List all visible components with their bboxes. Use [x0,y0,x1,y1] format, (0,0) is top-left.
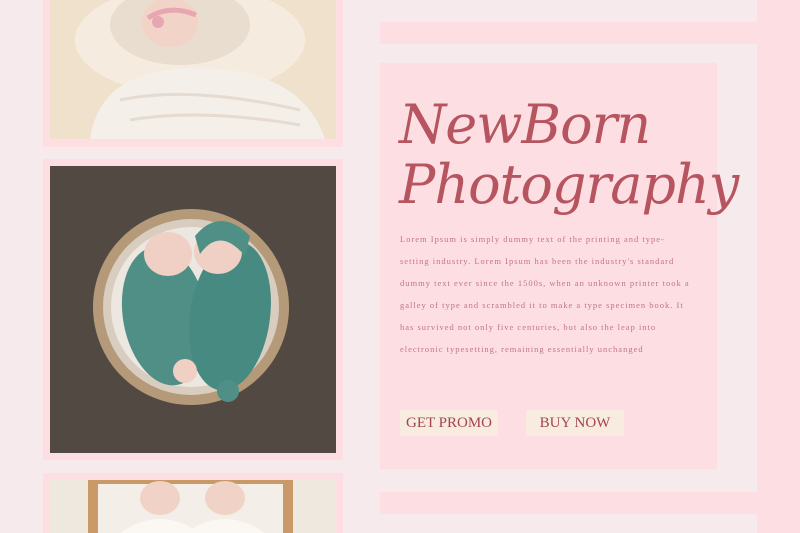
photo-baby-sleeping [50,0,336,139]
description-text: Lorem Ipsum is simply dummy text of the … [400,234,690,354]
photo-twins-crib [50,480,336,533]
decor-bar-top [380,22,757,44]
decor-bar-right-edge [757,0,800,533]
decor-bar-bottom [380,492,757,514]
promo-card: NewBorn Photography Lorem Ipsum is simpl… [380,63,739,469]
get-promo-button[interactable]: GET PROMO [400,410,498,436]
title-line-1: NewBorn [399,93,651,156]
photo-twins-basket [50,166,336,453]
title-line-2: Photography [399,153,739,216]
buy-now-button[interactable]: BUY NOW [526,410,624,436]
